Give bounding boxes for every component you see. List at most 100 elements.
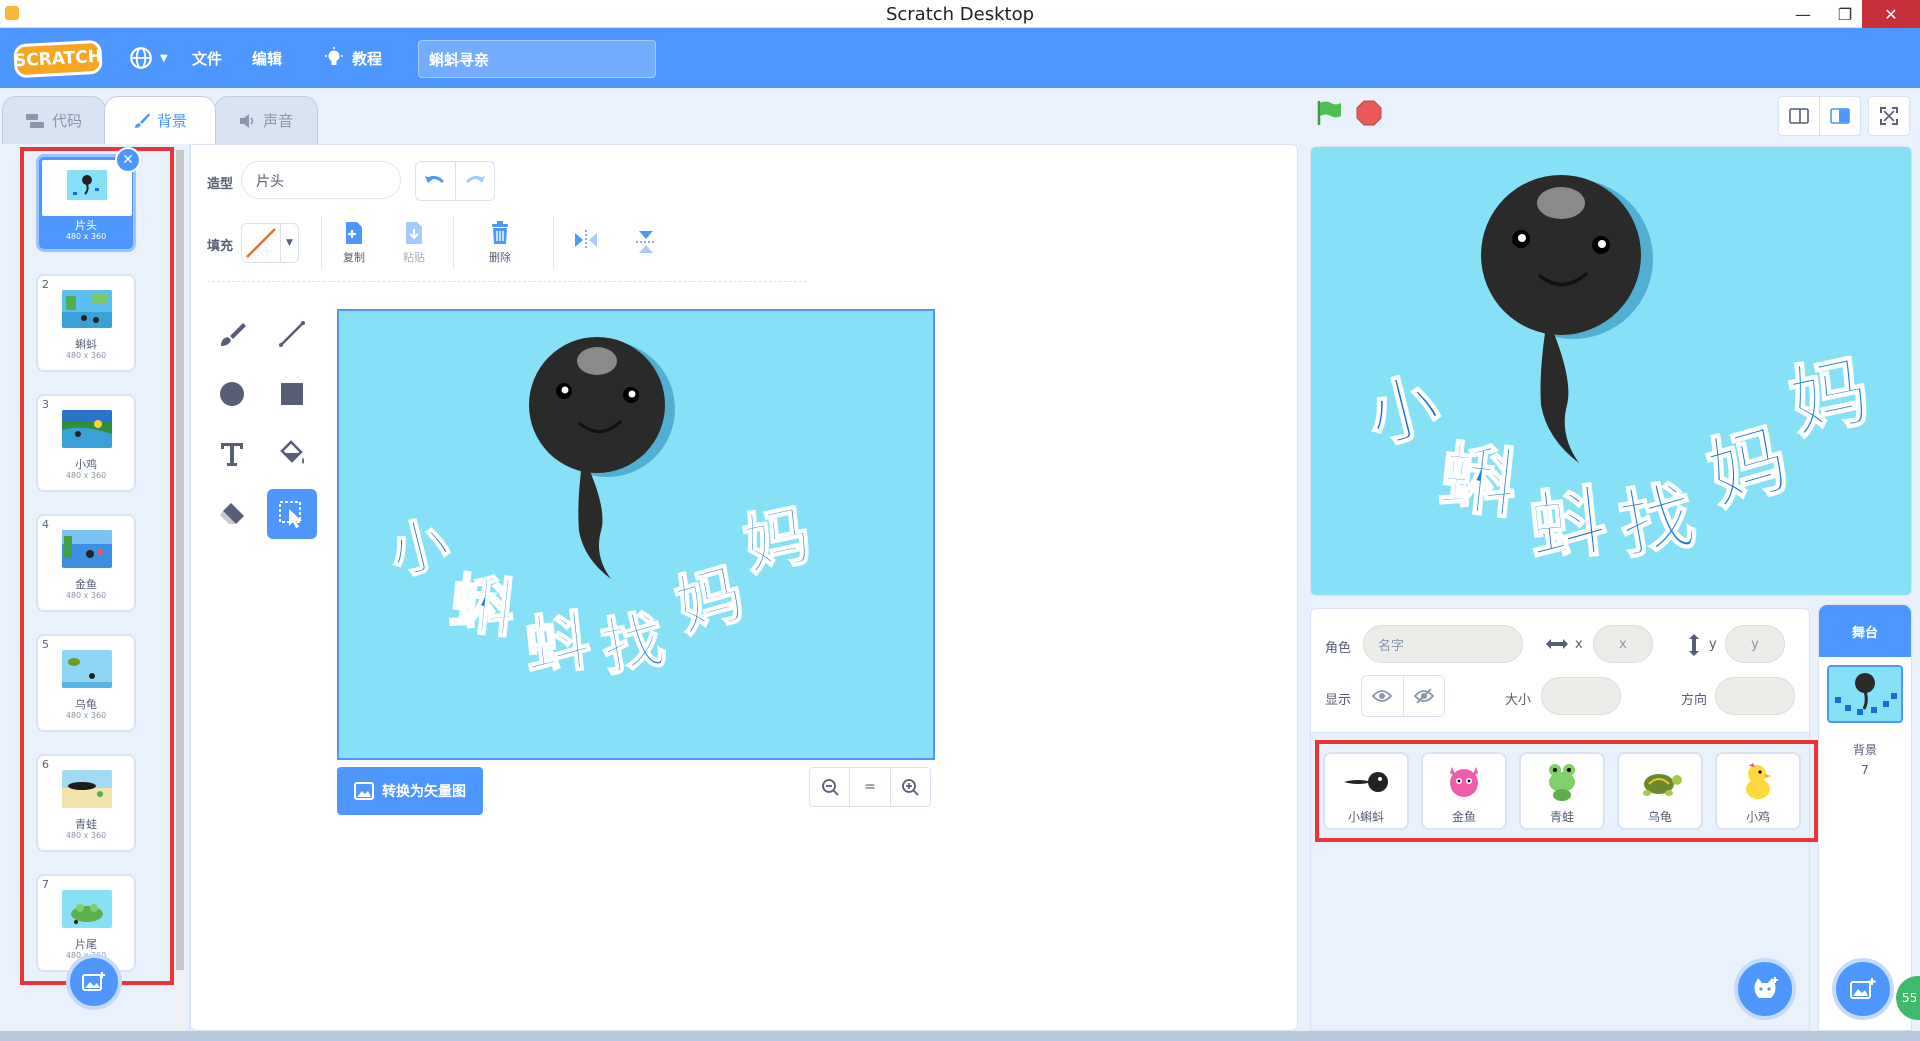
project-title-input[interactable]: 蝌蚪寻亲 [418,40,656,78]
backdrop-tile[interactable]: 2 蝌蚪 480 x 360 [36,274,136,372]
paste-icon [406,222,422,244]
sprite-tile[interactable]: 小鸡 [1715,752,1801,830]
scrollbar-thumb[interactable] [176,150,184,970]
sprite-name-input[interactable]: 名字 [1363,625,1523,663]
sprite-list-highlight: 小蝌蚪 金鱼 青蛙 乌龟 小鸡 [1315,740,1818,842]
stage-thumbnail [1827,665,1903,723]
choose-backdrop-button[interactable] [66,954,122,1010]
sprite-tile[interactable]: 小蝌蚪 [1323,752,1409,830]
size-label: 大小 [1505,693,1532,708]
tab-code[interactable]: 代码 [2,96,106,144]
redo-button[interactable] [456,162,495,200]
vertical-arrows-icon [1689,634,1699,656]
rectangle-tool[interactable] [267,369,317,419]
convert-to-vector-button[interactable]: 转换为矢量图 [337,767,483,815]
paint-canvas[interactable]: 小 蝌 蚪 找 妈 妈 [337,309,935,760]
circle-tool[interactable] [207,369,257,419]
chick-sprite-thumbnail [1746,763,1771,799]
close-window-button[interactable]: ✕ [1862,0,1920,28]
x-label: x [1575,637,1583,652]
stop-icon [1356,100,1382,126]
backdrop-tile[interactable]: 5 乌龟 480 x 360 [36,634,136,732]
brush-tool[interactable] [207,309,257,359]
small-stage-button[interactable] [1778,96,1820,136]
backdrop-tile[interactable]: 6 青蛙 480 x 360 [36,754,136,852]
select-cursor-icon [279,501,302,528]
backdrop-tile[interactable]: ✕ 1 片头 480 x 360 [36,147,141,252]
green-flag-button[interactable] [1314,98,1344,128]
backdrop-list-panel: ✕ 1 片头 480 x 360 2 蝌蚪 480 x 360 3 小鸡 480… [0,144,190,1041]
backdrop-count: 7 [1861,763,1869,777]
sprite-tile[interactable]: 金鱼 [1421,752,1507,830]
zoom-reset-button[interactable]: = [850,768,891,806]
turtle-sprite-thumbnail [1643,774,1682,796]
hide-sprite-button[interactable] [1404,676,1445,716]
backdrop-name: 蝌蚪 [75,338,97,351]
stage-canvas[interactable]: 小 蝌 蚪 找 妈 妈 [1310,146,1912,596]
scratch-logo[interactable]: SCRATCH [13,39,103,79]
backdrop-number: 6 [42,758,49,771]
code-icon [25,113,44,128]
sprite-tile[interactable]: 青蛙 [1519,752,1605,830]
backdrop-tile[interactable]: 3 小鸡 480 x 360 [36,394,136,492]
y-input[interactable]: y [1725,625,1785,663]
backdrop-name: 小鸡 [75,458,97,471]
sprite-name: 金鱼 [1451,810,1476,824]
backdrop-number: 2 [42,278,49,291]
flip-horizontal-button[interactable] [561,229,611,251]
tutorials-menu[interactable]: 教程 [322,42,382,74]
image-icon [354,782,374,800]
tab-sounds[interactable]: 声音 [214,96,318,144]
sprite-name: 乌龟 [1647,810,1672,824]
costume-name-label: 造型 [207,177,234,192]
size-input[interactable] [1541,677,1621,715]
choose-sprite-button[interactable] [1734,958,1796,1020]
zoom-out-button[interactable] [810,768,851,806]
title-char: 蚪 [521,604,594,686]
x-input[interactable]: x [1593,625,1653,663]
flip-vertical-button[interactable] [621,229,671,255]
backdrop-number: 4 [42,518,49,531]
divider [453,215,454,269]
delete-backdrop-icon[interactable]: ✕ [115,147,141,173]
edit-menu[interactable]: 编辑 [252,42,282,74]
redo-icon [465,175,485,184]
show-sprite-button[interactable] [1362,676,1404,716]
fullscreen-button[interactable] [1868,96,1910,136]
direction-input[interactable] [1715,677,1795,715]
stop-button[interactable] [1354,98,1384,128]
title-char: 蚪 [1524,475,1611,573]
tab-backdrops[interactable]: 背景 [104,96,216,144]
backdrop-size: 480 x 360 [65,471,107,480]
sprite-tile[interactable]: 乌龟 [1617,752,1703,830]
delete-button[interactable]: 删除 [475,221,525,265]
tab-code-label: 代码 [51,112,82,130]
maximize-button[interactable]: ❐ [1824,0,1866,28]
text-tool[interactable] [207,429,257,479]
costume-name-input[interactable]: 片头 [241,161,401,199]
language-menu[interactable]: ▼ [128,42,168,74]
eraser-tool[interactable] [207,489,257,539]
fill-color-picker[interactable]: ▼ [241,223,299,263]
file-menu[interactable]: 文件 [192,42,222,74]
backdrop-name: 金鱼 [75,578,97,591]
normal-stage-button[interactable] [1819,96,1861,136]
zoom-in-icon [902,779,919,796]
backdrop-number: 5 [42,638,49,651]
paste-button[interactable]: 粘贴 [389,221,439,265]
line-tool[interactable] [267,309,317,359]
undo-redo-group [415,161,495,201]
select-tool[interactable] [267,489,317,539]
backdrop-tile[interactable]: 4 金鱼 480 x 360 [36,514,136,612]
title-char: 蝌 [446,566,519,648]
circle-icon [220,382,244,406]
undo-button[interactable] [416,162,456,200]
zoom-in-button[interactable] [891,768,930,806]
copy-button[interactable]: 复制 [329,221,379,265]
trash-icon [492,221,508,244]
fill-tool[interactable] [267,429,317,479]
backdrop-list-highlight: ✕ 1 片头 480 x 360 2 蝌蚪 480 x 360 3 小鸡 480… [20,147,174,985]
choose-stage-backdrop-button[interactable] [1832,958,1894,1020]
backdrop-list-scrollbar[interactable] [176,150,184,1030]
minimize-button[interactable]: — [1782,0,1824,28]
